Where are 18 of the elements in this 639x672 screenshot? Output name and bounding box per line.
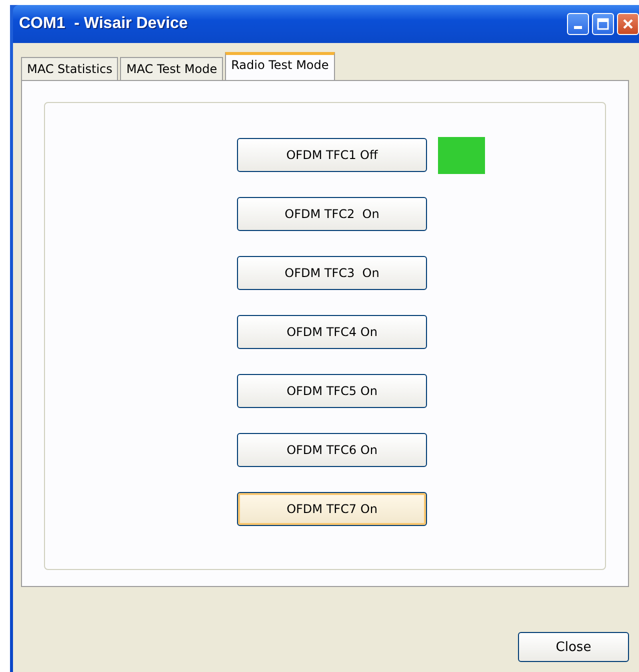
maximize-icon — [597, 18, 609, 30]
ofdm-button[interactable]: OFDM TFC1 Off — [237, 138, 427, 172]
ofdm-button[interactable]: OFDM TFC4 On — [237, 315, 427, 349]
ofdm-button[interactable]: OFDM TFC3 On — [237, 256, 427, 290]
tab[interactable]: MAC Statistics — [21, 57, 118, 80]
tab[interactable]: Radio Test Mode — [225, 52, 335, 80]
minimize-icon — [574, 26, 582, 29]
tab[interactable]: MAC Test Mode — [120, 57, 224, 80]
minimize-button[interactable] — [567, 13, 589, 35]
ofdm-button[interactable]: OFDM TFC6 On — [237, 433, 427, 467]
close-icon — [622, 18, 634, 30]
close-window-button[interactable] — [617, 13, 639, 35]
ofdm-button[interactable]: OFDM TFC5 On — [237, 374, 427, 408]
window-title: COM1 - Wisair Device — [19, 15, 189, 33]
close-button[interactable]: Close — [518, 632, 629, 662]
ofdm-button[interactable]: OFDM TFC2 On — [237, 197, 427, 231]
maximize-button[interactable] — [592, 13, 614, 35]
ofdm-button[interactable]: OFDM TFC7 On — [237, 492, 427, 526]
